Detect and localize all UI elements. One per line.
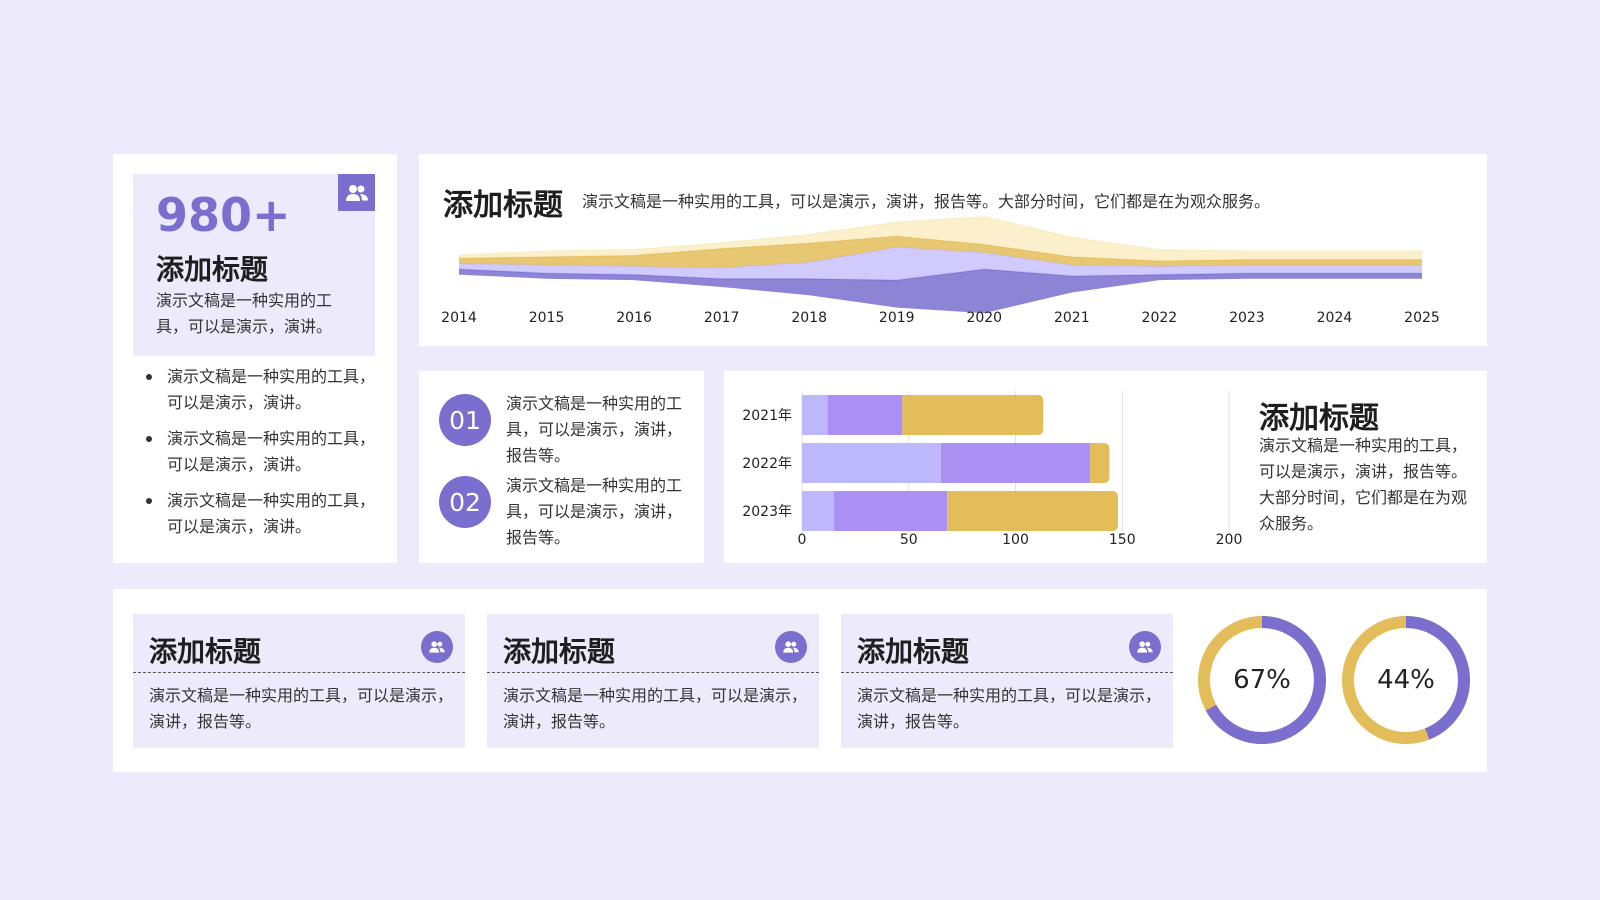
bar-segment: [802, 443, 941, 483]
x-tick-label: 2014: [441, 310, 477, 326]
x-tick-label: 100: [1002, 532, 1029, 548]
y-category-label: 2023年: [742, 504, 792, 520]
users-icon: [775, 631, 807, 663]
features-card: 添加标题 演示文稿是一种实用的工具，可以是演示，演讲，报告等。 添加标题 演示文…: [113, 589, 1487, 772]
bar-segment: [827, 395, 903, 435]
number-badge: 02: [439, 476, 491, 528]
feature-title: 添加标题: [149, 635, 262, 668]
numbered-card: 01 演示文稿是一种实用的工具，可以是演示，演讲，报告等。 02 演示文稿是一种…: [419, 371, 704, 563]
stat-card: 980+ 添加标题 演示文稿是一种实用的工具，可以是演示，演讲。 演示文稿是一种…: [113, 154, 397, 563]
bar-side-description: 演示文稿是一种实用的工具，可以是演示，演讲，报告等。大部分时间，它们都是在为观众…: [1259, 436, 1468, 533]
feature-description: 演示文稿是一种实用的工具，可以是演示，演讲，报告等。: [503, 686, 808, 731]
stat-title: 添加标题: [156, 253, 269, 286]
bar-segment: [834, 491, 948, 531]
feature-divider: [841, 672, 1173, 673]
bar-segment: [802, 395, 828, 435]
feature-box: 添加标题 演示文稿是一种实用的工具，可以是演示，演讲，报告等。: [133, 614, 465, 748]
feature-divider: [133, 672, 465, 673]
y-category-label: 2021年: [742, 408, 792, 424]
feature-title: 添加标题: [857, 635, 970, 668]
stat-description: 演示文稿是一种实用的工具，可以是演示，演讲。: [156, 291, 333, 336]
donut-label: 67%: [1233, 665, 1291, 695]
x-tick-label: 2019: [879, 310, 915, 326]
donut-chart: 67%: [1196, 614, 1328, 746]
x-tick-label: 2018: [791, 310, 827, 326]
stat-value: 980+: [156, 188, 291, 242]
streamgraph-description: 演示文稿是一种实用的工具，可以是演示，演讲，报告等。大部分时间，它们都是在为观众…: [582, 192, 1271, 211]
streamgraph-title: 添加标题: [443, 188, 563, 223]
y-category-label: 2022年: [742, 456, 792, 472]
x-tick-label: 2023: [1229, 310, 1265, 326]
feature-description: 演示文稿是一种实用的工具，可以是演示，演讲，报告等。: [857, 686, 1162, 731]
users-icon: [1129, 631, 1161, 663]
x-tick-label: 150: [1109, 532, 1136, 548]
x-tick-label: 2021: [1054, 310, 1090, 326]
bar-chart-card: 0 50 100 150 200 2021年 2022年 2023年 添加标题 演示文稿是一种…: [724, 371, 1487, 563]
x-tick-label: 2025: [1404, 310, 1440, 326]
number-badge: 01: [439, 394, 491, 446]
feature-description: 演示文稿是一种实用的工具，可以是演示，演讲，报告等。: [149, 686, 454, 731]
bar-side-title: 添加标题: [1259, 401, 1379, 436]
donut-label: 44%: [1377, 665, 1435, 695]
streamgraph-card: 2014 2015 2016 2017 2018 2019 2020 2021 2022 2023…: [419, 154, 1487, 346]
streamgraph-chart: 2014 2015 2016 2017 2018 2019 2020 2021 2022 2023…: [441, 216, 1440, 326]
donut-chart: 44%: [1340, 614, 1472, 746]
users-icon: [421, 631, 453, 663]
x-tick-label: 2022: [1142, 310, 1178, 326]
bullet-item: 演示文稿是一种实用的工具，可以是演示，演讲。: [133, 364, 378, 416]
x-tick-label: 2024: [1317, 310, 1353, 326]
bullet-list: 演示文稿是一种实用的工具，可以是演示，演讲。 演示文稿是一种实用的工具，可以是演…: [133, 364, 378, 550]
bar-segment: [947, 491, 1118, 531]
stat-box: 980+ 添加标题 演示文稿是一种实用的工具，可以是演示，演讲。: [133, 174, 375, 356]
x-tick-label: 0: [798, 532, 807, 548]
numbered-item-text: 演示文稿是一种实用的工具，可以是演示，演讲，报告等。: [506, 394, 683, 465]
x-tick-label: 2020: [966, 310, 1002, 326]
stacked-bar-chart: 0 50 100 150 200 2021年 2022年 2023年: [742, 391, 1243, 548]
feature-divider: [487, 672, 819, 673]
stream-series-0: [459, 269, 1422, 314]
x-tick-label: 2016: [616, 310, 652, 326]
bar-segment: [902, 395, 1044, 435]
feature-box: 添加标题 演示文稿是一种实用的工具，可以是演示，演讲，报告等。: [841, 614, 1173, 748]
numbered-item-text: 演示文稿是一种实用的工具，可以是演示，演讲，报告等。: [506, 476, 683, 547]
bar-segment: [1090, 443, 1110, 483]
bullet-item: 演示文稿是一种实用的工具，可以是演示，演讲。: [133, 488, 378, 540]
bar-segment: [940, 443, 1091, 483]
x-tick-label: 2015: [529, 310, 565, 326]
bar-segment: [802, 491, 835, 531]
feature-box: 添加标题 演示文稿是一种实用的工具，可以是演示，演讲，报告等。: [487, 614, 819, 748]
feature-title: 添加标题: [503, 635, 616, 668]
x-tick-label: 2017: [704, 310, 740, 326]
bullet-item: 演示文稿是一种实用的工具，可以是演示，演讲。: [133, 426, 378, 478]
users-icon: [338, 174, 375, 211]
x-tick-label: 200: [1216, 532, 1243, 548]
x-tick-label: 50: [900, 532, 918, 548]
